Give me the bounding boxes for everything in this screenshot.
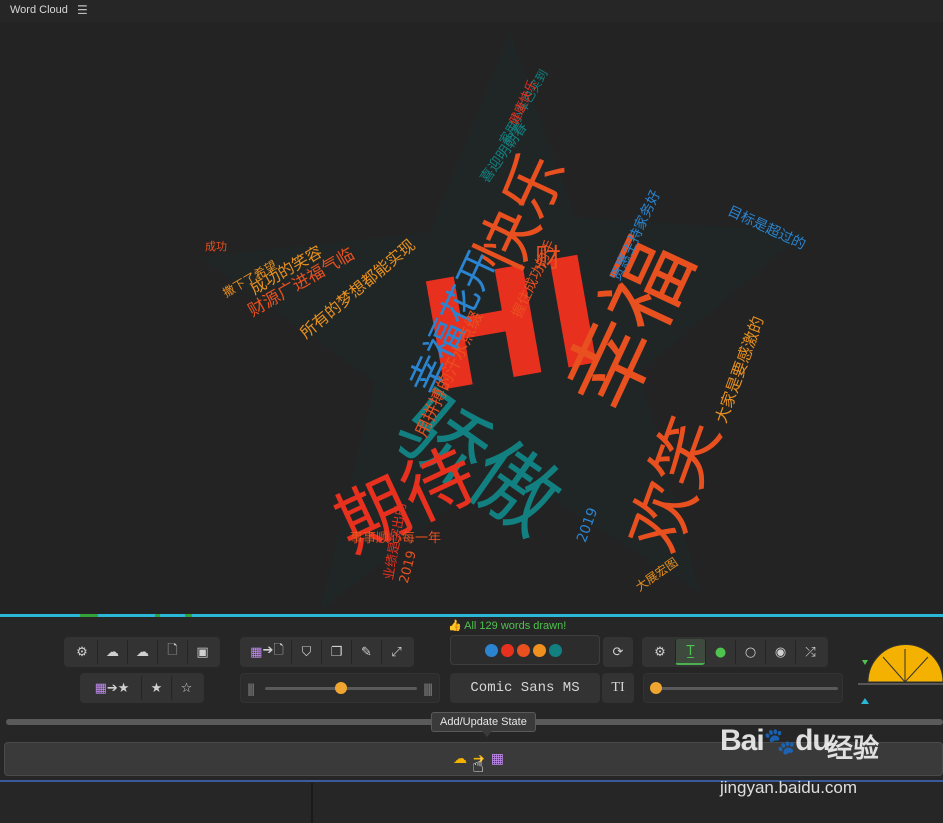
palette-color-1[interactable] xyxy=(485,643,498,657)
title-bar: Word Cloud ☰ xyxy=(0,0,943,22)
copy-icon[interactable]: ❐ xyxy=(321,639,351,665)
watermark: Bai🐾du 经验 jingyan.baidu.com xyxy=(720,724,880,797)
word-chenggong: 成功 xyxy=(205,240,227,253)
cloud-download-icon[interactable]: ☁ xyxy=(97,639,127,665)
image-icon[interactable]: ▣ xyxy=(187,639,217,665)
film-to-file-icon[interactable]: ▦ ➔🗋 xyxy=(243,639,291,665)
size-slider[interactable]: ||| |||| xyxy=(240,673,440,703)
angle-slider[interactable] xyxy=(643,673,843,703)
render-group: ▦ ➔🗋 ⛉ ❐ ✎ ⤢ xyxy=(240,637,414,667)
gear-icon[interactable]: ⚙ xyxy=(67,639,97,665)
dot-circle-icon[interactable]: ● xyxy=(705,639,735,665)
circle-icon[interactable]: ○ xyxy=(735,639,765,665)
cloud-icon: ☁ xyxy=(453,751,467,767)
paw-icon: 🐾 xyxy=(763,726,796,756)
palette-color-2[interactable] xyxy=(501,643,514,657)
star-outline-icon[interactable]: ☆ xyxy=(171,675,201,701)
edit-icon[interactable]: ✎ xyxy=(351,639,381,665)
size-slider-knob[interactable] xyxy=(335,682,347,694)
expand-icon[interactable]: ⤢ xyxy=(381,639,411,665)
cogs-icon[interactable]: ⚙ xyxy=(645,639,675,665)
cloud-upload-icon[interactable]: ☁ xyxy=(127,639,157,665)
tooltip: Add/Update State xyxy=(431,712,536,737)
word-ganji: 大家是要感激的 xyxy=(711,314,767,426)
rotation-gauge[interactable] xyxy=(858,637,943,709)
hamburger-icon[interactable]: ☰ xyxy=(77,3,88,17)
export-group: ⚙ ☁ ☁ 🗋 ▣ xyxy=(64,637,220,667)
html5-icon[interactable]: ⛉ xyxy=(291,639,321,665)
refresh-icon[interactable]: ⟳ xyxy=(603,639,633,665)
star-group: ▦ ➔★ ★ ☆ xyxy=(80,673,204,703)
shuffle-icon[interactable]: ⤮ xyxy=(795,639,825,665)
refresh-group: ⟳ xyxy=(603,637,633,667)
font-selector[interactable]: Comic Sans MS xyxy=(450,673,600,703)
angle-slider-knob[interactable] xyxy=(650,682,662,694)
palette-color-4[interactable] xyxy=(533,643,546,657)
color-palette[interactable] xyxy=(450,635,600,665)
palette-color-5[interactable] xyxy=(549,643,562,657)
thumbs-up-icon: 👍 xyxy=(448,620,462,632)
star-icon[interactable]: ★ xyxy=(141,675,171,701)
font-style-button[interactable]: TI xyxy=(602,673,634,703)
status-text: 👍 All 129 words drawn! xyxy=(448,620,567,632)
palette-color-3[interactable] xyxy=(517,643,530,657)
target-icon[interactable]: ◉ xyxy=(765,639,795,665)
hand-cursor-icon: ☝ xyxy=(472,753,485,777)
panel-divider xyxy=(311,783,313,823)
word-cloud-canvas: HI 幸福 骄傲 期待 欢笑 快乐 幸福花开 财 成功的笑容 财源广进福气临 所… xyxy=(0,22,943,614)
film-to-star-icon[interactable]: ▦ ➔★ xyxy=(83,675,141,701)
layout-group: ⚙ T̲ ● ○ ◉ ⤮ xyxy=(642,637,828,667)
window-title: Word Cloud xyxy=(10,4,68,16)
text-icon[interactable]: T̲ xyxy=(675,639,705,665)
film-icon: ▦ xyxy=(490,751,504,767)
watermark-url: jingyan.baidu.com xyxy=(720,778,858,797)
file-code-icon[interactable]: 🗋 xyxy=(157,639,187,665)
